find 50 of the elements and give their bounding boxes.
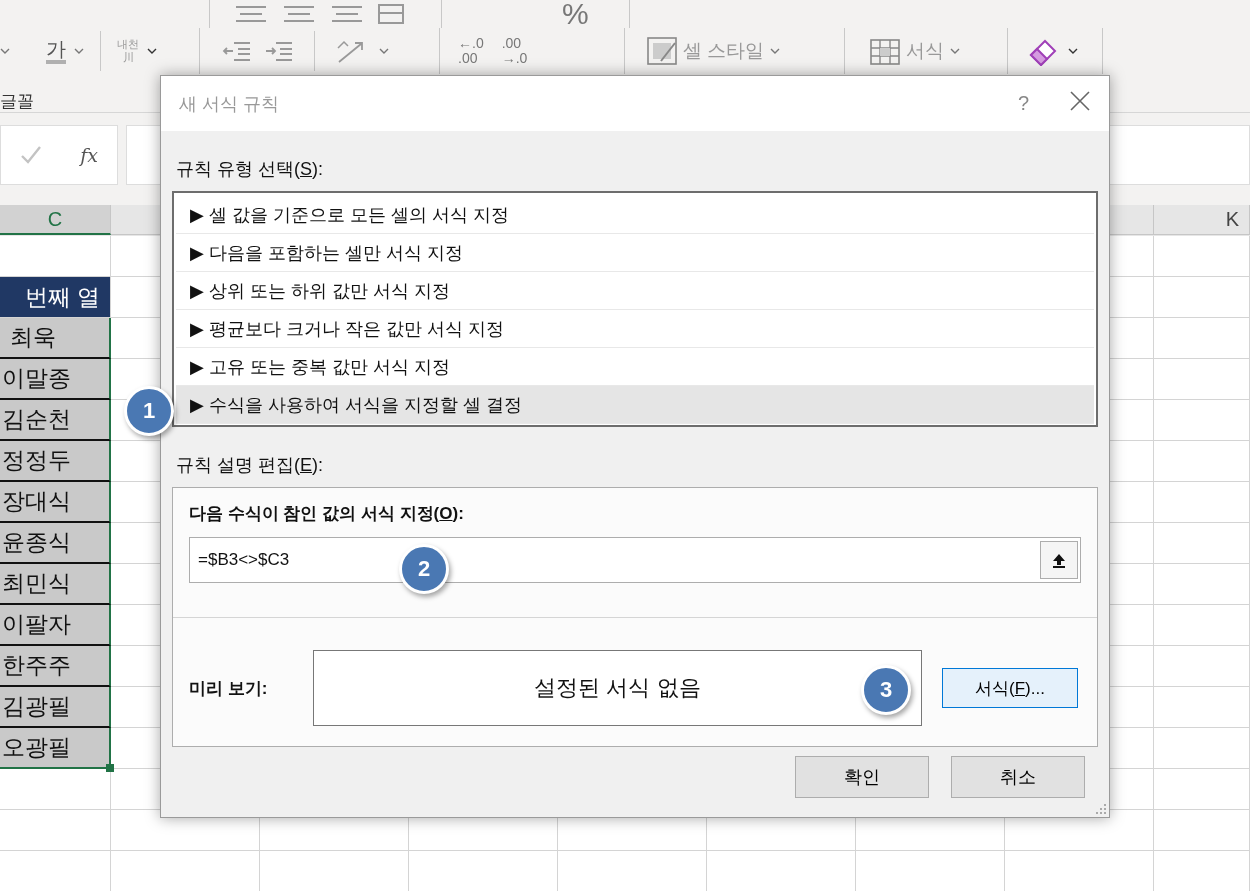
percent-button[interactable]: % — [562, 0, 589, 28]
align-icon[interactable] — [234, 4, 268, 24]
formula-label: 다음 수식이 참인 값의 서식 지정(O): — [189, 503, 465, 525]
check-icon[interactable] — [20, 145, 43, 165]
column-header[interactable]: C — [0, 205, 111, 235]
dialog-title: 새 서식 규칙 — [179, 92, 280, 116]
rule-type-item[interactable]: ▶ 셀 값을 기준으로 모든 셀의 서식 지정 — [176, 196, 1094, 234]
collapse-button[interactable] — [1040, 541, 1078, 579]
ok-button[interactable]: 확인 — [795, 756, 929, 798]
help-button[interactable]: ? — [1017, 92, 1029, 114]
increase-decimal-button[interactable]: ←.0 .00 — [458, 36, 484, 66]
arrow-up-icon — [1051, 552, 1067, 568]
table-cell: 윤종식 — [0, 523, 111, 564]
group-label: 글꼴 — [0, 91, 34, 113]
table-cell: 한주주 — [0, 646, 111, 687]
chevron-icon[interactable] — [1068, 47, 1078, 55]
cancel-button[interactable]: 취소 — [951, 756, 1085, 798]
cell-styles-icon[interactable] — [647, 37, 677, 65]
table-cell: 정정두 — [0, 441, 111, 482]
align-icon[interactable] — [282, 4, 316, 24]
preview-label: 미리 보기: — [189, 677, 269, 700]
font-color-button[interactable]: 가 — [46, 38, 66, 64]
rule-type-item[interactable]: ▶ 평균보다 크거나 작은 값만 서식 지정 — [176, 310, 1094, 348]
close-icon[interactable] — [1069, 90, 1091, 112]
table-cell: 김광필 — [0, 687, 111, 728]
table-cell: 이말종 — [0, 359, 111, 400]
fill-handle[interactable] — [106, 764, 114, 772]
column-header[interactable]: K — [1154, 205, 1250, 235]
table-cell: 최민식 — [0, 564, 111, 605]
increase-indent-icon[interactable] — [264, 40, 294, 62]
section-label: 규칙 유형 선택(S): — [176, 158, 324, 181]
table-cell: 번째 열 — [0, 277, 111, 318]
align-icon[interactable] — [330, 4, 364, 24]
rule-type-item[interactable]: ▶ 상위 또는 하위 값만 서식 지정 — [176, 272, 1094, 310]
format-button[interactable]: 서식(F)... — [942, 668, 1078, 708]
decrease-indent-icon[interactable] — [222, 40, 252, 62]
format-grid-icon[interactable] — [870, 37, 900, 65]
merge-icon[interactable] — [378, 4, 404, 24]
table-cell: 장대식 — [0, 482, 111, 523]
table-cell: 최욱 — [0, 318, 111, 359]
section-label: 규칙 설명 편집(E): — [176, 454, 324, 477]
decrease-decimal-button[interactable]: .00 →.0 — [501, 36, 528, 66]
rule-type-item[interactable]: ▶ 수식을 사용하여 서식을 지정할 셀 결정 — [176, 386, 1094, 424]
chevron-icon[interactable] — [147, 47, 157, 55]
insert-function-button[interactable]: fx — [80, 144, 98, 166]
table-cell: 김순천 — [0, 400, 111, 441]
table-cell: 이팔자 — [0, 605, 111, 646]
rule-type-item[interactable]: ▶ 다음을 포함하는 셀만 서식 지정 — [176, 234, 1094, 272]
resize-grip[interactable] — [1096, 804, 1106, 814]
table-cell: 오광필 — [0, 728, 111, 769]
